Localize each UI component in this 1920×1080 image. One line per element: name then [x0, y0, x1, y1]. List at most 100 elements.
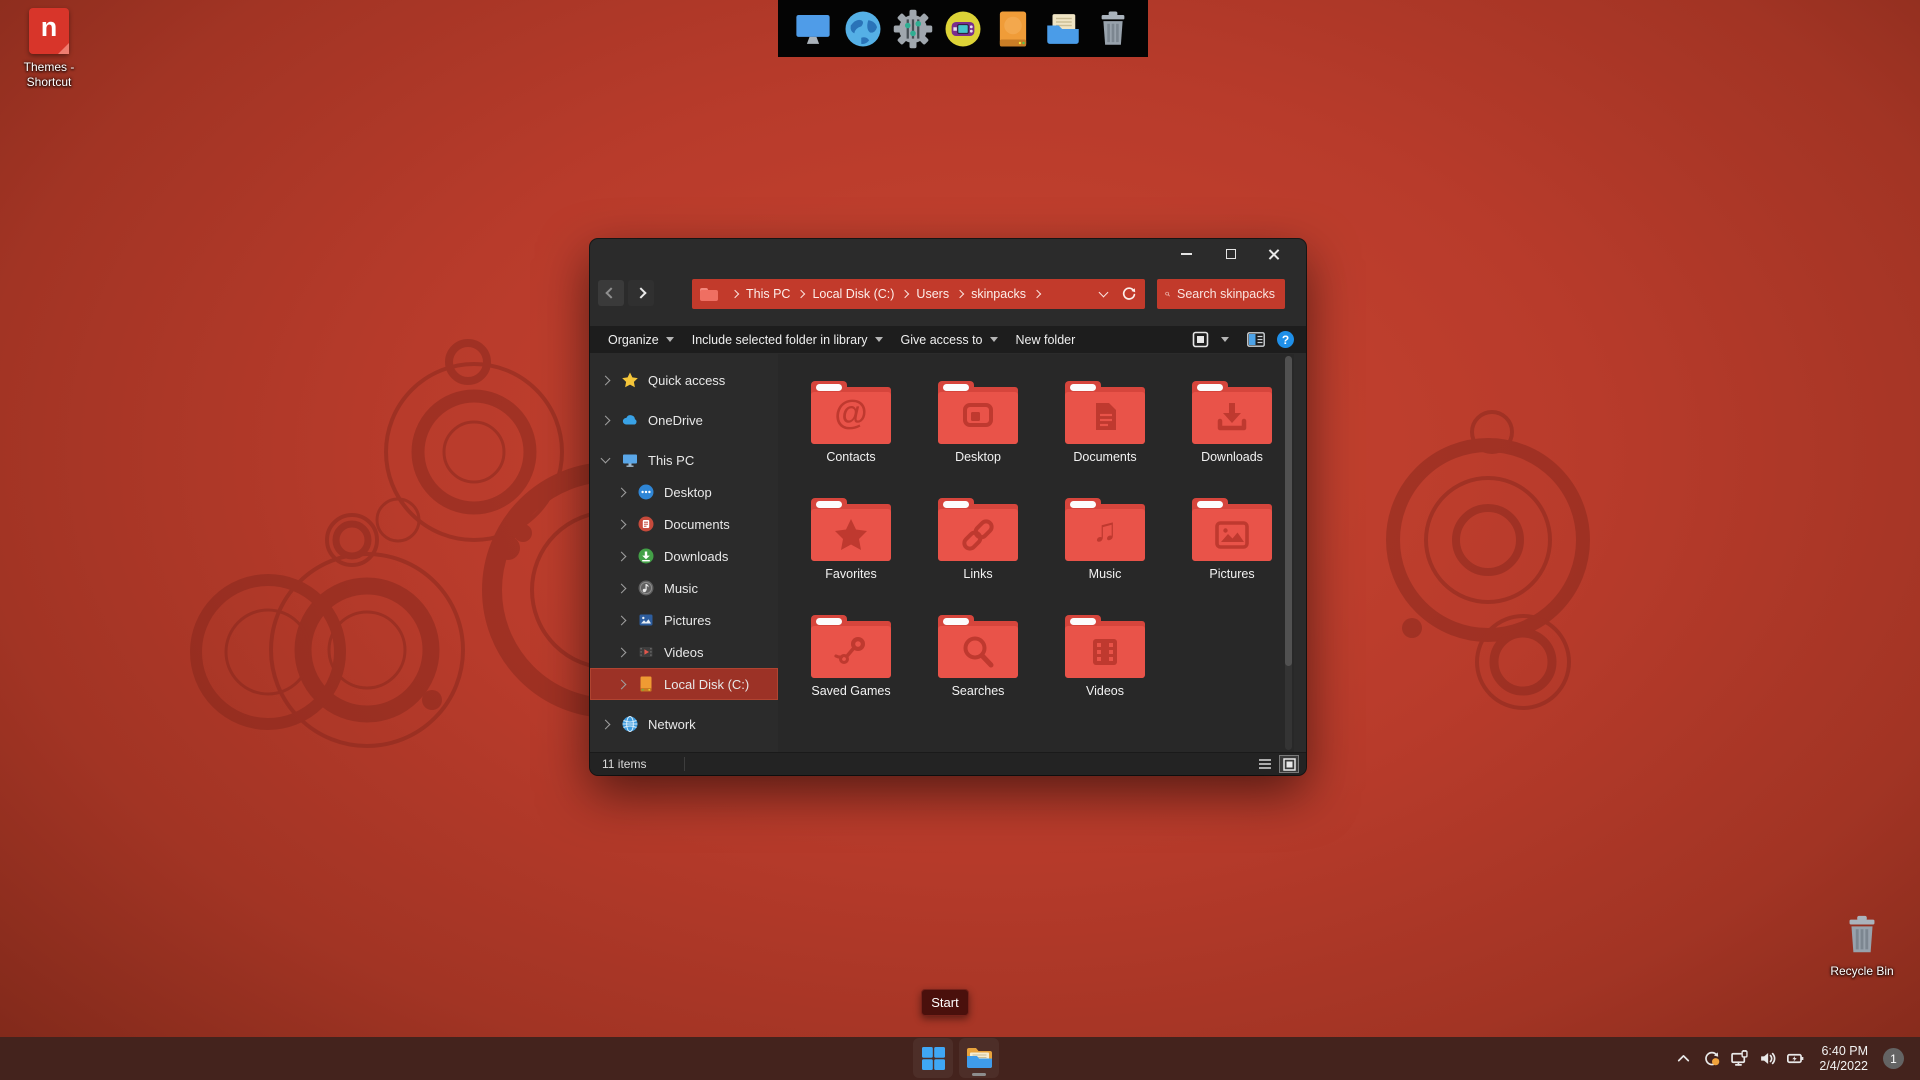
- preview-pane-icon[interactable]: [1247, 332, 1265, 347]
- chevron-right-icon[interactable]: [616, 487, 627, 497]
- file-explorer-icon: [966, 1047, 992, 1068]
- chevron-right-icon[interactable]: [600, 375, 611, 385]
- breadcrumb-users[interactable]: Users: [916, 287, 949, 301]
- folder-tile-documents[interactable]: Documents: [1046, 380, 1164, 497]
- volume-icon[interactable]: [1759, 1050, 1776, 1067]
- sidebar-item-music[interactable]: Music: [590, 572, 778, 604]
- breadcrumb-separator: [730, 289, 740, 299]
- pictures-folder-icon: [1192, 497, 1272, 561]
- chevron-right-icon[interactable]: [600, 719, 611, 729]
- view-dropdown-caret-icon[interactable]: [1221, 337, 1229, 342]
- sidebar-item-downloads[interactable]: Downloads: [590, 540, 778, 572]
- back-button[interactable]: [598, 280, 624, 306]
- network-globe-icon: [622, 716, 638, 732]
- sync-status-icon[interactable]: [1703, 1050, 1720, 1067]
- chevron-right-icon[interactable]: [616, 679, 627, 689]
- breadcrumb-this-pc[interactable]: This PC: [746, 287, 790, 301]
- taskbar-clock[interactable]: 6:40 PM 2/4/2022: [1819, 1044, 1868, 1074]
- folder-tile-pictures[interactable]: Pictures: [1173, 497, 1291, 614]
- settings-gear-icon[interactable]: [892, 8, 934, 50]
- sidebar-item-pictures[interactable]: Pictures: [590, 604, 778, 636]
- recycle-bin-icon: [1849, 915, 1875, 953]
- network-display-icon[interactable]: [1731, 1050, 1748, 1067]
- sidebar-item-quick-access[interactable]: Quick access: [590, 364, 778, 396]
- sidebar-item-desktop[interactable]: Desktop: [590, 476, 778, 508]
- details-view-button[interactable]: [1256, 756, 1274, 772]
- documents-circle-icon: [638, 516, 654, 532]
- maximize-button[interactable]: [1211, 239, 1251, 269]
- breadcrumb-skinpacks[interactable]: skinpacks: [971, 287, 1026, 301]
- recycle-bin[interactable]: Recycle Bin: [1824, 912, 1900, 979]
- help-icon[interactable]: ?: [1277, 331, 1294, 348]
- sidebar-item-videos[interactable]: Videos: [590, 636, 778, 668]
- sidebar-item-this-pc[interactable]: This PC: [590, 444, 778, 476]
- sidebar-item-documents[interactable]: Documents: [590, 508, 778, 540]
- refresh-icon[interactable]: [1121, 286, 1137, 302]
- start-button[interactable]: [913, 1038, 953, 1078]
- hidden-icons-chevron-icon[interactable]: [1675, 1050, 1692, 1067]
- videos-folder-icon: [1065, 614, 1145, 678]
- file-manager-icon[interactable]: [1042, 8, 1084, 50]
- include-in-library-menu[interactable]: Include selected folder in library: [692, 333, 883, 347]
- trash-icon[interactable]: [1092, 8, 1134, 50]
- desktop-shortcut-themes[interactable]: n Themes - Shortcut: [10, 8, 88, 90]
- scrollbar[interactable]: [1285, 356, 1292, 750]
- file-explorer-taskbar-button[interactable]: [959, 1038, 999, 1078]
- shortcut-label: Themes - Shortcut: [23, 60, 75, 89]
- search-box[interactable]: [1157, 279, 1285, 309]
- chevron-down-icon[interactable]: [600, 453, 611, 464]
- folder-tile-music[interactable]: ♫ Music: [1046, 497, 1164, 614]
- new-folder-button[interactable]: New folder: [1016, 333, 1076, 347]
- themes-shortcut-icon: n: [29, 8, 69, 54]
- onedrive-cloud-icon: [622, 415, 637, 425]
- chevron-right-icon[interactable]: [616, 615, 627, 625]
- windows-logo-icon: [921, 1046, 945, 1070]
- chevron-right-icon[interactable]: [616, 519, 627, 529]
- folder-tile-desktop[interactable]: Desktop: [919, 380, 1037, 497]
- contacts-folder-icon: @: [811, 380, 891, 444]
- scrollbar-thumb[interactable]: [1285, 356, 1292, 666]
- sidebar-item-network[interactable]: Network: [590, 708, 778, 740]
- n-logo-glyph: n: [40, 12, 58, 42]
- minimize-button[interactable]: [1166, 239, 1206, 269]
- dropdown-caret-icon: [874, 337, 883, 342]
- folder-tile-links[interactable]: Links: [919, 497, 1037, 614]
- music-folder-icon: ♫: [1065, 497, 1145, 561]
- chevron-right-icon[interactable]: [600, 415, 611, 425]
- downloads-folder-icon: [1192, 380, 1272, 444]
- navigation-bar: This PC Local Disk (C:) Users skinpacks: [590, 269, 1306, 317]
- chevron-right-icon[interactable]: [616, 551, 627, 561]
- address-bar[interactable]: This PC Local Disk (C:) Users skinpacks: [692, 279, 1145, 309]
- close-button[interactable]: [1254, 239, 1294, 269]
- display-icon[interactable]: [792, 8, 834, 50]
- address-dropdown-icon[interactable]: [1098, 287, 1109, 298]
- give-access-menu[interactable]: Give access to: [901, 333, 998, 347]
- sidebar-item-local-disk-c[interactable]: Local Disk (C:): [590, 668, 778, 700]
- change-view-icon[interactable]: [1192, 331, 1209, 348]
- forward-button[interactable]: [628, 280, 654, 306]
- folder-tile-saved-games[interactable]: Saved Games: [792, 614, 910, 731]
- globe-icon[interactable]: [842, 8, 884, 50]
- drive-icon[interactable]: [992, 8, 1034, 50]
- pictures-icon: [639, 614, 653, 626]
- folder-tile-downloads[interactable]: Downloads: [1173, 380, 1291, 497]
- folder-tile-videos[interactable]: Videos: [1046, 614, 1164, 731]
- battery-charging-icon[interactable]: [1787, 1050, 1804, 1067]
- notification-badge[interactable]: 1: [1883, 1048, 1904, 1069]
- sidebar-item-onedrive[interactable]: OneDrive: [590, 404, 778, 436]
- folder-tile-contacts[interactable]: @ Contacts: [792, 380, 910, 497]
- organize-menu[interactable]: Organize: [608, 333, 674, 347]
- breadcrumb-local-disk[interactable]: Local Disk (C:): [812, 287, 894, 301]
- dropdown-caret-icon: [665, 337, 674, 342]
- folded-corner: [58, 43, 69, 54]
- breadcrumb-separator: [955, 289, 965, 299]
- chevron-right-icon[interactable]: [616, 583, 627, 593]
- desktop-circle-icon: [638, 484, 654, 500]
- desktop-folder-icon: [938, 380, 1018, 444]
- games-icon[interactable]: [942, 8, 984, 50]
- folder-tile-favorites[interactable]: Favorites: [792, 497, 910, 614]
- large-icons-view-button[interactable]: [1280, 756, 1298, 772]
- chevron-right-icon[interactable]: [616, 647, 627, 657]
- folder-tile-searches[interactable]: Searches: [919, 614, 1037, 731]
- search-input[interactable]: [1177, 287, 1277, 301]
